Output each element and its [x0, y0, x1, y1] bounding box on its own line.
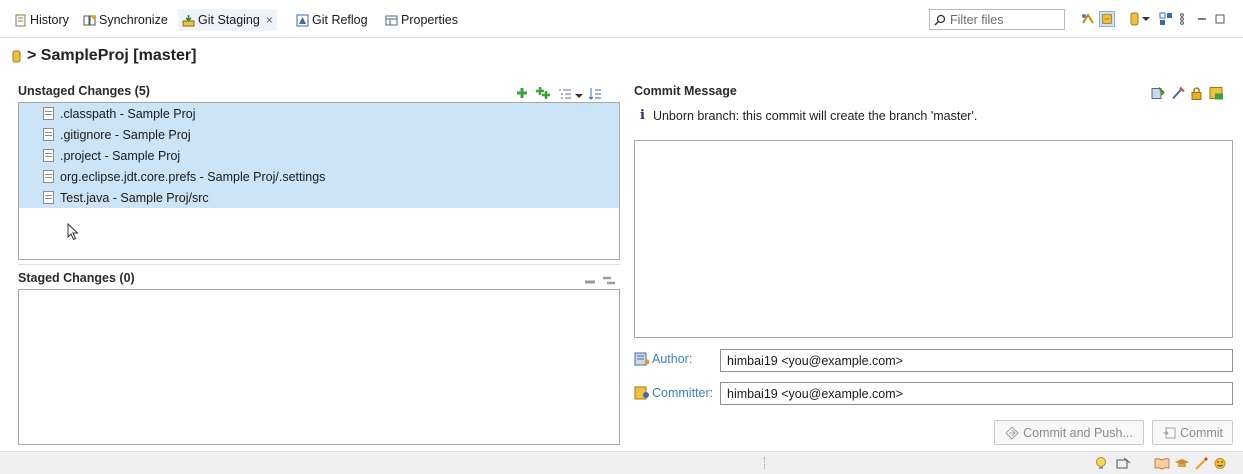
close-icon[interactable]: ×: [266, 13, 273, 27]
committer-label-row[interactable]: Committer:: [634, 386, 713, 400]
tab-git-reflog-label: Git Reflog: [312, 13, 368, 27]
filter-files-input[interactable]: Filter files: [929, 9, 1065, 30]
commit-message-textarea[interactable]: [634, 140, 1233, 338]
staged-changes-list[interactable]: [18, 289, 620, 445]
commit-label: Commit: [1179, 425, 1224, 440]
git-reflog-icon: [296, 14, 309, 26]
tab-properties-label: Properties: [401, 13, 458, 27]
commit-button[interactable]: Commit: [1152, 420, 1233, 445]
tree-layout-icon[interactable]: [558, 84, 572, 104]
tab-git-reflog[interactable]: Git Reflog: [296, 9, 368, 31]
dropdown-chevron-icon[interactable]: [1141, 11, 1151, 27]
view-tab-bar: History Synchronize Git Staging × Git Re…: [0, 0, 1243, 38]
list-item[interactable]: .classpath - Sample Proj: [19, 103, 619, 124]
stage-selected-icon[interactable]: [515, 83, 529, 103]
staged-changes-header: Staged Changes (0): [18, 268, 620, 288]
list-item[interactable]: .gitignore - Sample Proj: [19, 124, 619, 145]
file-label: .classpath - Sample Proj: [60, 106, 196, 121]
commit-push-icon: [1005, 425, 1019, 440]
tab-history[interactable]: History: [14, 9, 69, 31]
tab-history-label: History: [30, 13, 69, 27]
file-icon: [43, 170, 54, 183]
committer-icon: [634, 386, 649, 400]
magic-wand-icon[interactable]: [1194, 457, 1208, 470]
compare-mode-icon[interactable]: [1080, 11, 1096, 27]
author-value: himbai19 <you@example.com>: [727, 353, 903, 368]
list-item[interactable]: Test.java - Sample Proj/src: [19, 187, 619, 208]
sign-off-icon[interactable]: [1171, 83, 1186, 103]
unstage-all-icon[interactable]: [602, 271, 616, 291]
unborn-branch-message: Unborn branch: this commit will create t…: [652, 108, 978, 123]
commit-message-header: Commit Message: [634, 81, 1234, 101]
file-label: org.eclipse.jdt.core.prefs - Sample Proj…: [60, 169, 326, 184]
sort-icon[interactable]: [588, 84, 602, 104]
file-icon: [43, 128, 54, 141]
unstaged-changes-header: Unstaged Changes (5): [18, 81, 620, 101]
synchronize-icon: [83, 14, 96, 25]
staged-changes-title: Staged Changes (0): [18, 271, 135, 285]
author-label: Author:: [652, 352, 693, 366]
filter-files-placeholder: Filter files: [950, 12, 1004, 27]
file-label: .project - Sample Proj: [60, 148, 181, 163]
committer-label: Committer:: [652, 386, 714, 400]
presentation-icon[interactable]: [1158, 11, 1174, 27]
committer-value: himbai19 <you@example.com>: [727, 386, 903, 401]
file-icon: [43, 191, 54, 204]
file-icon: [43, 149, 54, 162]
committer-field[interactable]: himbai19 <you@example.com>: [720, 382, 1233, 405]
list-item[interactable]: org.eclipse.jdt.core.prefs - Sample Proj…: [19, 166, 619, 187]
commit-icon: [1162, 427, 1176, 438]
tab-properties[interactable]: Properties: [385, 9, 458, 31]
link-selection-icon[interactable]: [1099, 11, 1115, 27]
author-icon: [634, 352, 650, 366]
file-label: Test.java - Sample Proj/src: [60, 190, 209, 205]
commit-message-title: Commit Message: [634, 84, 737, 98]
commit-and-push-label: Commit and Push...: [1023, 425, 1133, 440]
graduation-cap-icon[interactable]: [1174, 457, 1190, 470]
gpg-sign-icon[interactable]: [1190, 83, 1203, 103]
repository-title-row: > SampleProj [master]: [12, 44, 196, 68]
list-item[interactable]: .project - Sample Proj: [19, 145, 619, 166]
unstaged-changes-list[interactable]: .classpath - Sample Proj .gitignore - Sa…: [18, 102, 620, 260]
mouse-cursor-icon: [67, 223, 79, 241]
lightbulb-icon[interactable]: [1094, 456, 1108, 471]
smiley-icon[interactable]: [1213, 457, 1227, 470]
status-bar: [0, 451, 1243, 474]
file-label: .gitignore - Sample Proj: [60, 127, 191, 142]
maximize-icon[interactable]: [1214, 11, 1226, 27]
commit-and-push-button[interactable]: Commit and Push...: [994, 420, 1144, 445]
search-icon: [934, 14, 946, 26]
author-label-row[interactable]: Author:: [634, 352, 692, 366]
tasks-icon[interactable]: [1116, 457, 1132, 470]
info-icon: i: [640, 108, 645, 123]
stage-all-icon[interactable]: [535, 83, 551, 103]
tab-synchronize-label: Synchronize: [99, 13, 168, 27]
unstaged-changes-title: Unstaged Changes (5): [18, 84, 150, 98]
repository-icon[interactable]: [1126, 11, 1142, 27]
view-menu-icon[interactable]: [1178, 11, 1186, 27]
git-staging-icon: [182, 14, 195, 26]
minimize-icon[interactable]: [1196, 11, 1208, 27]
tab-synchronize[interactable]: Synchronize: [83, 9, 168, 31]
tab-git-staging-label: Git Staging: [198, 13, 260, 27]
properties-icon: [385, 15, 398, 25]
repository-title: > SampleProj [master]: [27, 47, 197, 64]
change-id-icon[interactable]: [1209, 83, 1224, 103]
splitter[interactable]: [18, 264, 620, 265]
file-icon: [43, 107, 54, 120]
status-separator: [764, 457, 765, 469]
tab-git-staging[interactable]: Git Staging ×: [178, 9, 277, 31]
history-icon: [15, 14, 26, 26]
author-field[interactable]: himbai19 <you@example.com>: [720, 349, 1233, 372]
amend-icon[interactable]: [1151, 83, 1166, 103]
unborn-branch-info: i Unborn branch: this commit will create…: [640, 108, 977, 123]
repository-icon: [12, 50, 21, 63]
book-icon[interactable]: [1154, 457, 1170, 470]
